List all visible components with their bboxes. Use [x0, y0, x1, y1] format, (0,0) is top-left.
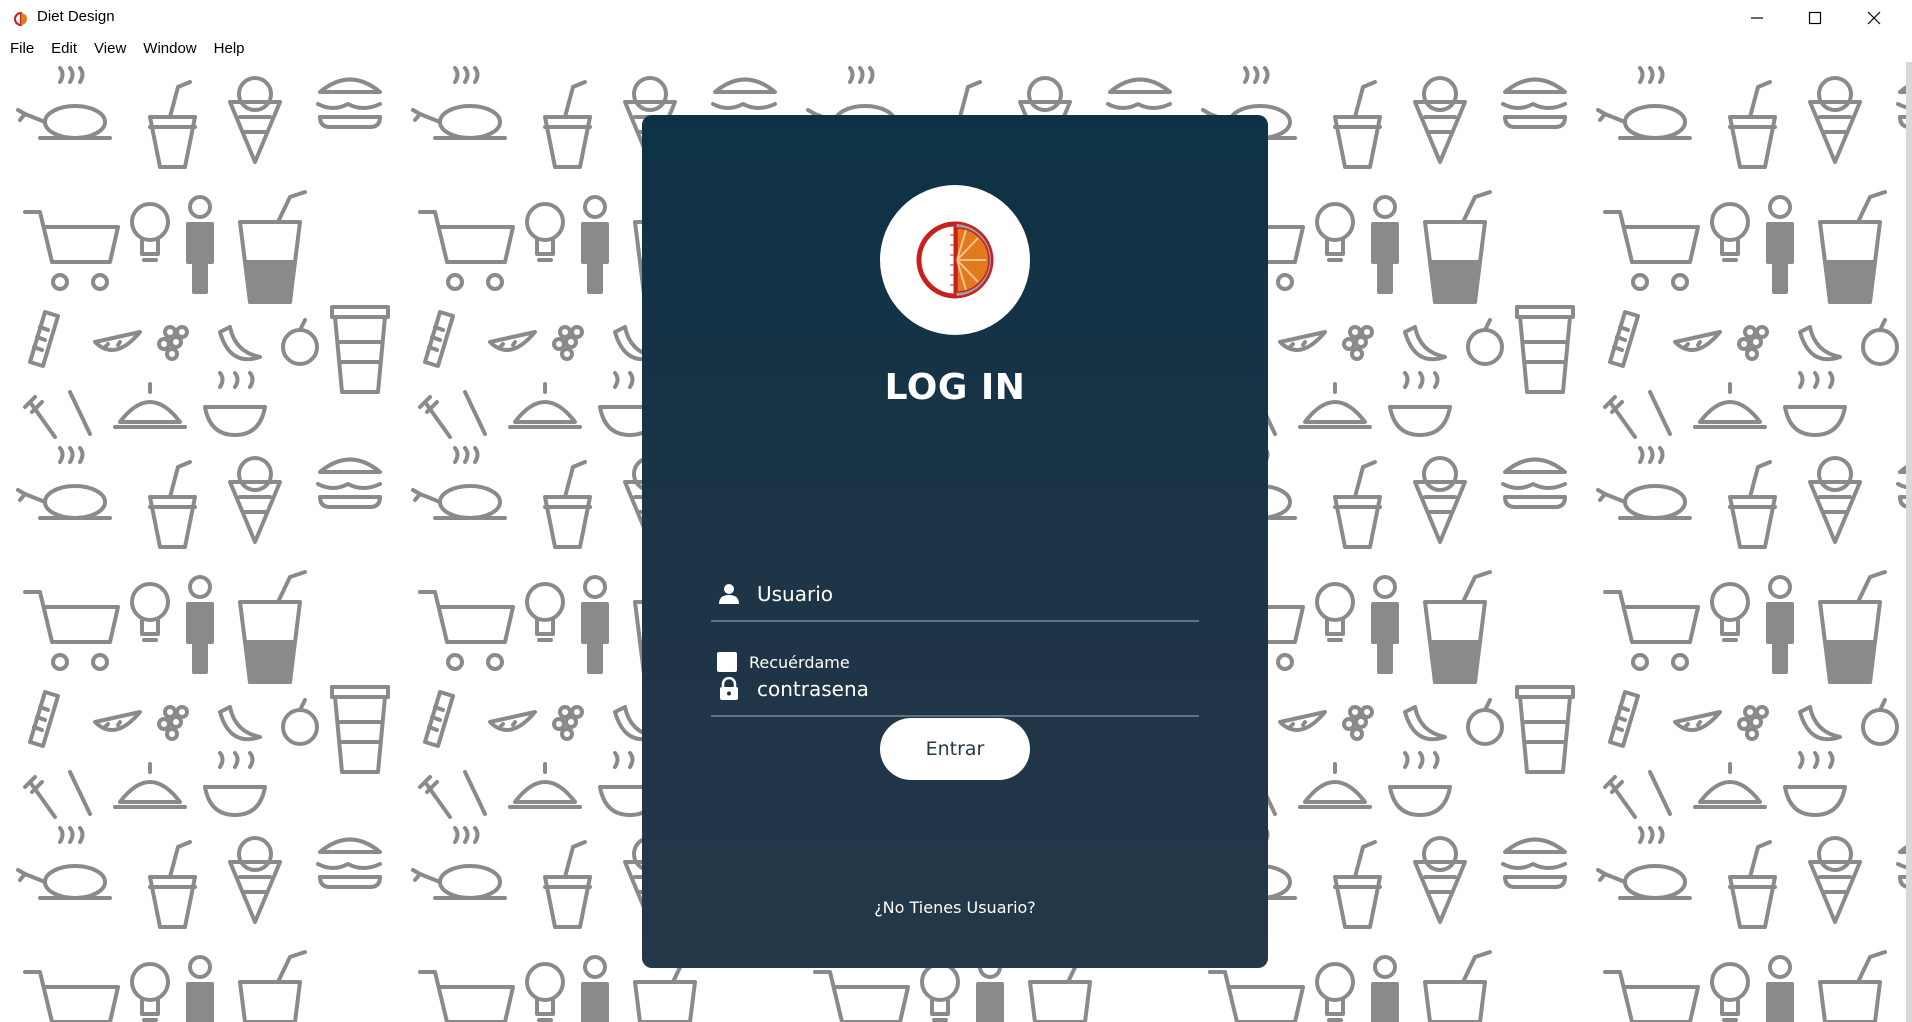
close-icon [1867, 11, 1881, 25]
menu-edit[interactable]: Edit [44, 36, 84, 62]
window-edge [1906, 62, 1912, 1022]
remember-label: Recuérdame [749, 652, 850, 672]
username-field[interactable] [711, 572, 1199, 622]
menu-window[interactable]: Window [136, 36, 203, 62]
minimize-button[interactable] [1728, 0, 1786, 36]
maximize-icon [1808, 11, 1822, 25]
register-link[interactable]: ¿No Tienes Usuario? [642, 898, 1268, 917]
maximize-button[interactable] [1786, 0, 1844, 36]
menu-help[interactable]: Help [207, 36, 252, 62]
title-bar: Diet Design [0, 0, 1912, 36]
enter-button[interactable]: Entrar [880, 718, 1030, 780]
close-button[interactable] [1845, 0, 1903, 36]
login-card: LOG IN Recuérdame Entrar ¿No Tienes Usua… [642, 115, 1268, 968]
diet-logo-icon [916, 221, 994, 299]
username-input[interactable] [757, 576, 1187, 612]
window-title: Diet Design [37, 8, 115, 25]
login-title: LOG IN [884, 367, 1026, 408]
remember-checkbox[interactable] [717, 652, 737, 672]
password-field[interactable] [711, 667, 1199, 717]
lock-icon [717, 676, 741, 701]
menu-bar: File Edit View Window Help [0, 36, 1912, 62]
password-input[interactable] [757, 671, 1187, 707]
menu-view[interactable]: View [87, 36, 133, 62]
user-icon [717, 582, 741, 606]
diet-logo-icon [14, 11, 28, 27]
minimize-icon [1751, 17, 1763, 19]
menu-file[interactable]: File [3, 36, 41, 62]
logo-badge [880, 185, 1030, 335]
remember-me[interactable]: Recuérdame [717, 652, 850, 672]
